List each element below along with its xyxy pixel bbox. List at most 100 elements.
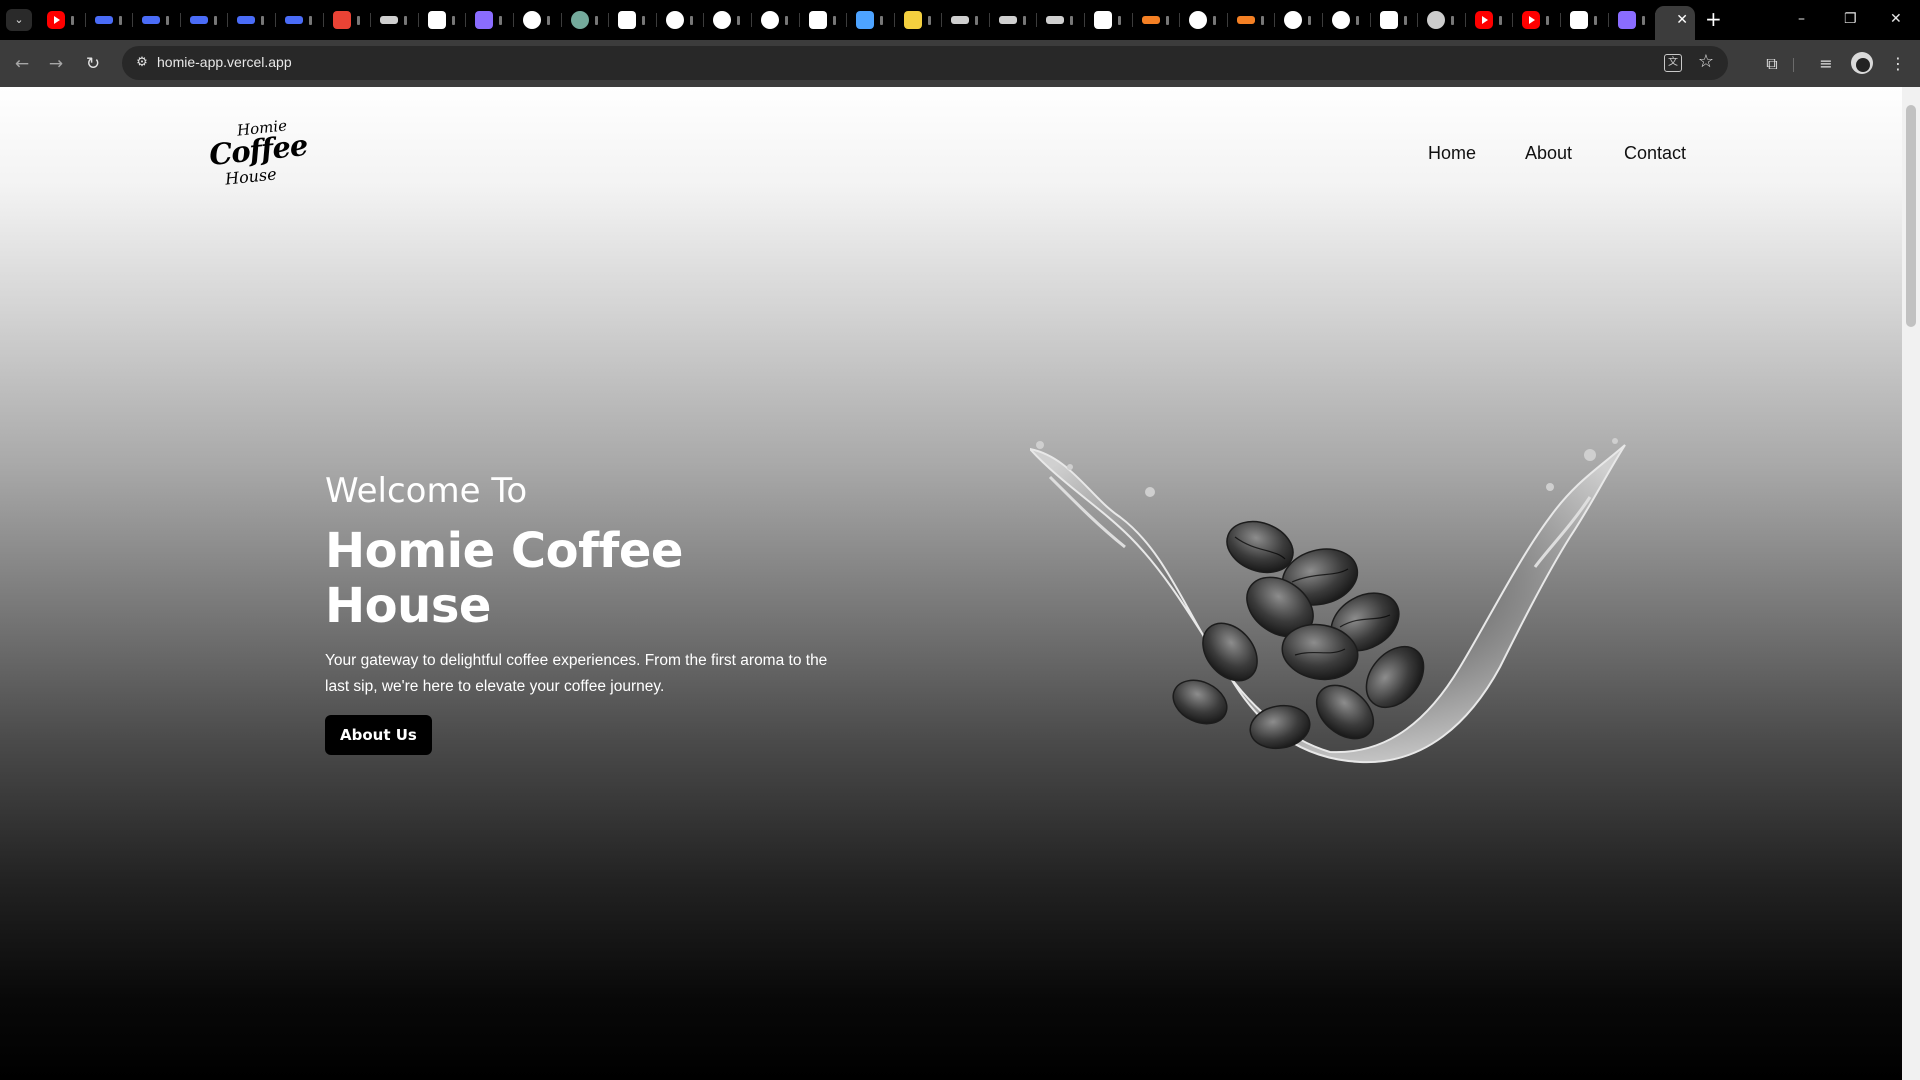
nav-contact[interactable]: Contact xyxy=(1624,143,1686,164)
app-icon xyxy=(998,16,1017,24)
new-tab-button[interactable]: + xyxy=(1705,8,1722,30)
hero-title: Homie Coffee House xyxy=(325,522,683,634)
link-icon xyxy=(237,16,256,24)
nav-home[interactable]: Home xyxy=(1428,143,1476,164)
about-us-button[interactable]: About Us xyxy=(325,715,432,756)
toolbar-divider xyxy=(1793,58,1794,72)
nav-about[interactable]: About xyxy=(1525,143,1572,164)
close-tab-icon[interactable]: ✕ xyxy=(1676,12,1688,28)
site-logo[interactable]: Homie Coffee House xyxy=(207,116,308,191)
tab-title-fragment xyxy=(975,15,979,25)
stack-icon xyxy=(1141,16,1160,24)
browser-tab[interactable] xyxy=(562,0,610,40)
browser-tab[interactable] xyxy=(38,0,86,40)
browser-tab[interactable] xyxy=(895,0,943,40)
scroll-thumb[interactable] xyxy=(1906,105,1916,327)
tab-title-fragment xyxy=(118,15,122,25)
browser-tab[interactable] xyxy=(1561,0,1609,40)
tab-search-button[interactable]: ⌄ xyxy=(6,9,32,31)
stack-icon xyxy=(1236,16,1255,24)
reload-icon[interactable]: ↻ xyxy=(81,52,105,76)
browser-tab[interactable] xyxy=(466,0,514,40)
browser-tab[interactable] xyxy=(1371,0,1419,40)
browser-tab[interactable] xyxy=(1133,0,1181,40)
tab-title-fragment xyxy=(832,15,836,25)
page-scrollbar[interactable] xyxy=(1902,87,1920,1080)
tab-title-fragment xyxy=(546,15,550,25)
browser-tab[interactable] xyxy=(609,0,657,40)
browser-tab[interactable] xyxy=(1228,0,1276,40)
browser-tab[interactable] xyxy=(800,0,848,40)
tab-title-fragment xyxy=(1260,15,1264,25)
tab-title-fragment xyxy=(71,15,74,25)
tab-strip: ⌄ ✕ + – ❐ ✕ xyxy=(0,0,1920,40)
browser-tab[interactable] xyxy=(514,0,562,40)
github-icon xyxy=(1284,11,1303,29)
browser-tab[interactable] xyxy=(419,0,467,40)
browser-tab[interactable] xyxy=(657,0,705,40)
vercel-icon xyxy=(618,11,637,29)
tab-title-fragment xyxy=(261,15,265,25)
link-icon xyxy=(94,16,113,24)
media-control-icon[interactable]: ≡ xyxy=(1814,52,1838,76)
google-icon xyxy=(1332,11,1351,29)
youtube-icon xyxy=(1474,11,1493,29)
browser-tab[interactable] xyxy=(1180,0,1228,40)
vercel-icon xyxy=(427,11,446,29)
browser-tab[interactable] xyxy=(847,0,895,40)
browser-tab[interactable] xyxy=(942,0,990,40)
tab-title-fragment xyxy=(1451,15,1455,25)
menu-kebab-icon[interactable]: ⋮ xyxy=(1886,52,1910,76)
extensions-icon[interactable]: ⧉ xyxy=(1760,52,1784,76)
translate-icon[interactable]: 文 xyxy=(1664,54,1682,72)
browser-tab[interactable] xyxy=(371,0,419,40)
bookmark-star-icon[interactable]: ☆ xyxy=(1698,51,1714,73)
github-icon xyxy=(760,11,779,29)
forward-icon[interactable]: → xyxy=(44,52,68,76)
tab-title-fragment xyxy=(784,15,788,25)
address-bar[interactable]: ⚙ homie-app.vercel.app 文 ☆ xyxy=(122,46,1728,80)
app-icon xyxy=(380,16,399,24)
browser-tab[interactable] xyxy=(1037,0,1085,40)
browser-tab[interactable] xyxy=(990,0,1038,40)
browser-tab[interactable] xyxy=(1275,0,1323,40)
browser-tab[interactable] xyxy=(1466,0,1514,40)
active-tab[interactable]: ✕ xyxy=(1655,6,1695,40)
browser-tab[interactable] xyxy=(1609,0,1657,40)
vercel-icon xyxy=(1570,11,1588,29)
link-icon xyxy=(142,16,161,24)
bootstrap-icon xyxy=(903,11,922,29)
browser-tab[interactable] xyxy=(324,0,372,40)
link-icon xyxy=(284,16,303,24)
browser-tab[interactable] xyxy=(752,0,800,40)
site-info-icon[interactable]: ⚙ xyxy=(132,53,152,73)
tab-title-fragment xyxy=(1022,15,1026,25)
browser-tab[interactable] xyxy=(276,0,324,40)
back-icon[interactable]: ← xyxy=(10,52,34,76)
browser-tab[interactable] xyxy=(133,0,181,40)
url-text[interactable]: homie-app.vercel.app xyxy=(157,54,292,70)
browser-tab[interactable] xyxy=(228,0,276,40)
browser-tab[interactable] xyxy=(704,0,752,40)
x-icon xyxy=(1094,11,1113,29)
minimize-button[interactable]: – xyxy=(1798,8,1805,30)
browser-tab[interactable] xyxy=(86,0,134,40)
tab-title-fragment xyxy=(737,15,741,25)
tab-title-fragment xyxy=(689,15,693,25)
restore-button[interactable]: ❐ xyxy=(1844,8,1857,30)
browser-tab[interactable] xyxy=(1323,0,1371,40)
hero-section: Welcome To Homie Coffee House Your gatew… xyxy=(325,471,845,756)
github-icon xyxy=(522,11,541,29)
browser-tab[interactable] xyxy=(1418,0,1466,40)
page-viewport: Homie Coffee House Home About Contact We… xyxy=(0,87,1902,1080)
browser-tab[interactable] xyxy=(1085,0,1133,40)
chevron-down-icon: ⌄ xyxy=(14,13,24,26)
browser-toolbar: ← → ↻ ⚙ homie-app.vercel.app 文 ☆ ⧉ ≡ ⋮ xyxy=(0,40,1920,87)
tab-title-fragment xyxy=(356,15,360,25)
close-window-button[interactable]: ✕ xyxy=(1890,8,1902,30)
profile-avatar[interactable] xyxy=(1851,52,1873,74)
app-icon xyxy=(951,16,970,24)
browser-tab[interactable] xyxy=(181,0,229,40)
tab-title-fragment xyxy=(1213,15,1217,25)
browser-tab[interactable] xyxy=(1513,0,1561,40)
